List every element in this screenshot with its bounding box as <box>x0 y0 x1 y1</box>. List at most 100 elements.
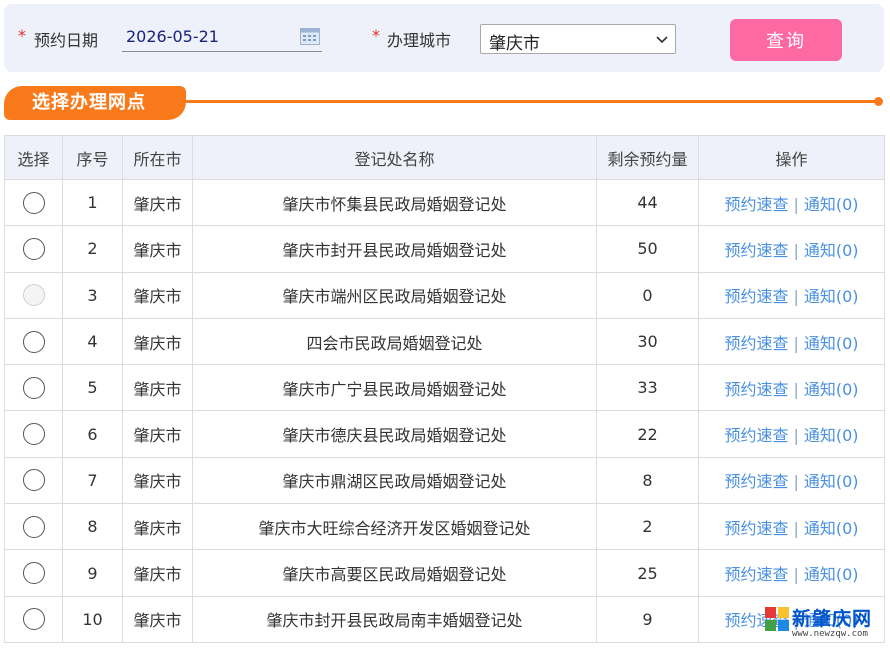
notice-link[interactable]: 通知(0) <box>804 426 859 445</box>
action-separator: | <box>793 518 799 538</box>
calendar-icon[interactable] <box>300 28 320 45</box>
notice-link[interactable]: 通知(0) <box>804 519 859 538</box>
seq-cell: 9 <box>62 549 123 597</box>
city-cell: 肇庆市 <box>122 410 193 458</box>
filter-bar: * 预约日期 2026-05-21 * 办理城市 肇庆市 查询 <box>4 4 884 72</box>
notice-link[interactable]: 通知(0) <box>804 334 859 353</box>
city-select[interactable]: 肇庆市 <box>480 24 676 54</box>
office-name-cell: 肇庆市鼎湖区民政局婚姻登记处 <box>192 456 597 505</box>
action-separator: | <box>793 287 799 307</box>
actions-cell: 预约速查 | 通知(0) <box>698 503 885 551</box>
table-row: 7 肇庆市 肇庆市鼎湖区民政局婚姻登记处 8 预约速查 | 通知(0) <box>4 456 885 505</box>
office-name-cell: 肇庆市大旺综合经济开发区婚姻登记处 <box>192 503 597 551</box>
remaining-cell: 9 <box>596 595 699 643</box>
row-radio-button[interactable] <box>22 469 45 492</box>
select-cell <box>4 364 63 412</box>
select-cell <box>4 456 63 505</box>
row-radio-button[interactable] <box>22 376 45 399</box>
row-radio-button[interactable] <box>22 562 45 585</box>
col-header-actions: 操作 <box>698 135 885 180</box>
quick-query-link[interactable]: 预约速查 <box>724 380 788 399</box>
quick-query-link[interactable]: 预约速查 <box>724 611 788 630</box>
notice-link[interactable]: 通知(0) <box>804 611 859 630</box>
office-name-cell: 四会市民政局婚姻登记处 <box>192 317 597 366</box>
office-name-cell: 肇庆市德庆县民政局婚姻登记处 <box>192 410 597 458</box>
notice-link[interactable]: 通知(0) <box>804 472 859 491</box>
city-cell: 肇庆市 <box>122 595 193 643</box>
notice-link[interactable]: 通知(0) <box>804 195 859 214</box>
actions-cell: 预约速查 | 通知(0) <box>698 317 885 366</box>
action-separator: | <box>793 333 799 353</box>
notice-link[interactable]: 通知(0) <box>804 241 859 260</box>
city-cell: 肇庆市 <box>122 225 193 273</box>
seq-cell: 1 <box>62 178 123 227</box>
action-separator: | <box>793 194 799 214</box>
quick-query-link[interactable]: 预约速查 <box>724 334 788 353</box>
seq-cell: 10 <box>62 595 123 643</box>
seq-cell: 7 <box>62 456 123 505</box>
city-cell: 肇庆市 <box>122 271 193 319</box>
city-cell: 肇庆市 <box>122 549 193 597</box>
registry-table: 选择 序号 所在市 登记处名称 剩余预约量 操作 1 肇庆市 肇庆市怀集县民政局婚姻… <box>4 135 885 643</box>
row-radio-button[interactable] <box>22 423 45 446</box>
seq-cell: 2 <box>62 225 123 273</box>
quick-query-link[interactable]: 预约速查 <box>724 241 788 260</box>
row-radio-button[interactable] <box>22 515 45 538</box>
row-radio-button[interactable] <box>22 608 45 631</box>
select-cell <box>4 225 63 273</box>
notice-link[interactable]: 通知(0) <box>804 380 859 399</box>
remaining-cell: 44 <box>596 178 699 227</box>
city-cell: 肇庆市 <box>122 317 193 366</box>
seq-cell: 5 <box>62 364 123 412</box>
office-name-cell: 肇庆市封开县民政局婚姻登记处 <box>192 225 597 273</box>
query-button[interactable]: 查询 <box>730 19 842 61</box>
actions-cell: 预约速查 | 通知(0) <box>698 549 885 597</box>
select-cell <box>4 317 63 366</box>
table-row: 1 肇庆市 肇庆市怀集县民政局婚姻登记处 44 预约速查 | 通知(0) <box>4 178 885 227</box>
quick-query-link[interactable]: 预约速查 <box>724 472 788 491</box>
actions-cell: 预约速查 | 通知(0) <box>698 364 885 412</box>
col-header-select: 选择 <box>4 135 63 180</box>
quick-query-link[interactable]: 预约速查 <box>724 195 788 214</box>
remaining-cell: 50 <box>596 225 699 273</box>
action-separator: | <box>793 379 799 399</box>
date-value: 2026-05-21 <box>126 27 219 46</box>
quick-query-link[interactable]: 预约速查 <box>724 426 788 445</box>
seq-cell: 4 <box>62 317 123 366</box>
action-separator: | <box>793 565 799 585</box>
actions-cell: 预约速查 | 通知(0) <box>698 271 885 319</box>
table-row: 5 肇庆市 肇庆市广宁县民政局婚姻登记处 33 预约速查 | 通知(0) <box>4 364 885 412</box>
chevron-down-icon <box>656 36 668 44</box>
select-cell <box>4 271 63 319</box>
table-row: 10 肇庆市 肇庆市封开县民政局南丰婚姻登记处 9 预约速查 | 通知(0) <box>4 595 885 643</box>
city-cell: 肇庆市 <box>122 456 193 505</box>
select-cell <box>4 410 63 458</box>
notice-link[interactable]: 通知(0) <box>804 565 859 584</box>
table-row: 3 肇庆市 肇庆市端州区民政局婚姻登记处 0 预约速查 | 通知(0) <box>4 271 885 319</box>
table-row: 4 肇庆市 四会市民政局婚姻登记处 30 预约速查 | 通知(0) <box>4 317 885 366</box>
actions-cell: 预约速查 | 通知(0) <box>698 410 885 458</box>
office-name-cell: 肇庆市封开县民政局南丰婚姻登记处 <box>192 595 597 643</box>
col-header-remaining: 剩余预约量 <box>596 135 699 180</box>
remaining-cell: 33 <box>596 364 699 412</box>
city-label: 办理城市 <box>387 31 452 50</box>
required-mark: * <box>18 26 26 45</box>
action-separator: | <box>793 472 799 492</box>
seq-cell: 3 <box>62 271 123 319</box>
city-cell: 肇庆市 <box>122 364 193 412</box>
remaining-cell: 0 <box>596 271 699 319</box>
select-cell <box>4 595 63 643</box>
table-row: 9 肇庆市 肇庆市高要区民政局婚姻登记处 25 预约速查 | 通知(0) <box>4 549 885 597</box>
date-input[interactable]: 2026-05-21 <box>122 22 322 52</box>
row-radio-button[interactable] <box>22 330 45 353</box>
seq-cell: 6 <box>62 410 123 458</box>
quick-query-link[interactable]: 预约速查 <box>724 519 788 538</box>
remaining-cell: 25 <box>596 549 699 597</box>
row-radio-button[interactable] <box>22 191 45 214</box>
notice-link[interactable]: 通知(0) <box>804 287 859 306</box>
col-header-name: 登记处名称 <box>192 135 597 180</box>
row-radio-button[interactable] <box>22 237 45 260</box>
quick-query-link[interactable]: 预约速查 <box>724 287 788 306</box>
office-name-cell: 肇庆市怀集县民政局婚姻登记处 <box>192 178 597 227</box>
quick-query-link[interactable]: 预约速查 <box>724 565 788 584</box>
